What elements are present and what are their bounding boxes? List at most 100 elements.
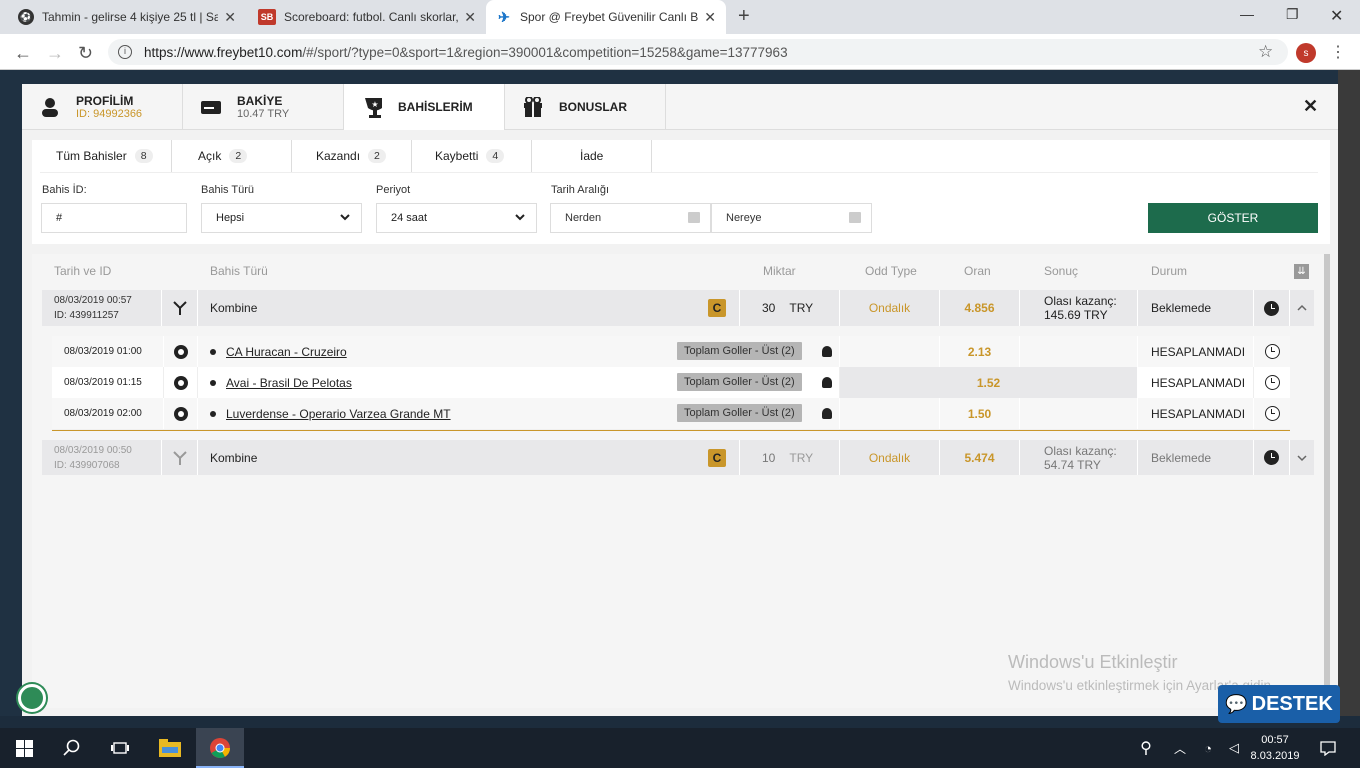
taskbar-clock[interactable]: 00:57 8.03.2019 xyxy=(1250,732,1300,764)
back-arrow-icon[interactable]: ← xyxy=(14,43,32,64)
scrollbar[interactable] xyxy=(1324,254,1330,708)
subtab-refund[interactable]: İade xyxy=(532,140,652,172)
subtab-lost[interactable]: Kaybetti 4 xyxy=(412,140,532,172)
bet-type-label: Bahis Türü xyxy=(201,184,254,196)
minimize-icon[interactable]: — xyxy=(1240,6,1254,22)
chat-bubble-icon: 💬 xyxy=(1225,693,1248,714)
profile-avatar[interactable]: s xyxy=(1296,43,1316,63)
match-link[interactable]: CA Huracan - Cruzeiro xyxy=(226,345,347,359)
browser-menu-icon[interactable]: ⋮ xyxy=(1330,42,1346,62)
event-row: 08/03/2019 01:15 Avai - Brasil De Pelota… xyxy=(52,367,1290,398)
bet-amount: 30 TRY xyxy=(740,290,840,326)
file-explorer-icon[interactable] xyxy=(158,736,182,760)
count-badge: 2 xyxy=(368,149,386,163)
bullet-icon xyxy=(210,379,216,386)
soccer-ball-icon xyxy=(164,398,198,429)
show-button[interactable]: GÖSTER xyxy=(1148,203,1318,233)
close-tab-icon[interactable]: ✕ xyxy=(464,9,476,26)
bookmark-star-icon[interactable]: ☆ xyxy=(1258,42,1273,62)
clock-outline-icon xyxy=(1254,398,1290,429)
action-center-icon[interactable] xyxy=(1316,736,1340,760)
result-label: Olası kazanç: xyxy=(1044,443,1117,458)
modal-tab-bar: PROFİLİM ID: 94992366 BAKİYE 10.47 TRY ★… xyxy=(22,84,1338,130)
collapse-all-icon[interactable]: ⇊ xyxy=(1294,264,1309,279)
bet-id-input[interactable]: # xyxy=(41,203,187,233)
tab-label: PROFİLİM xyxy=(76,94,134,108)
bet-type: Kombine xyxy=(198,290,740,326)
period-select[interactable]: 24 saat xyxy=(376,203,537,233)
notification-bell-icon[interactable] xyxy=(18,684,46,712)
chevron-down-icon xyxy=(514,211,526,226)
event-result-cell xyxy=(1020,336,1138,367)
result-value: 145.69 TRY xyxy=(1044,308,1108,322)
browser-tab-2[interactable]: SB Scoreboard: futbol. Canlı skorlar, ✕ xyxy=(248,0,486,34)
bet-type-select[interactable]: Hepsi xyxy=(201,203,362,233)
bet-amount: 10 TRY xyxy=(740,440,840,475)
tab-my-bets[interactable]: ★ BAHİSLERİM xyxy=(344,84,505,130)
bullet-icon xyxy=(210,348,216,355)
event-date: 08/03/2019 01:15 xyxy=(64,367,164,398)
market-chip: Toplam Goller - Üst (2) xyxy=(677,373,802,391)
wifi-icon[interactable]: ◔ xyxy=(1196,736,1220,760)
restore-icon[interactable]: ❐ xyxy=(1286,6,1299,23)
subtab-all[interactable]: Tüm Bahisler 8 xyxy=(40,140,172,172)
chevron-down-icon[interactable] xyxy=(1290,440,1314,475)
bet-date-id: 08/03/2019 00:57 ID: 439911257 xyxy=(42,290,162,326)
volume-icon[interactable]: ◁ xyxy=(1222,736,1246,760)
new-tab-plus-icon[interactable]: + xyxy=(738,5,750,28)
chevron-up-icon[interactable] xyxy=(1290,290,1314,326)
tab-title: Spor @ Freybet Güvenilir Canlı B xyxy=(520,10,699,24)
cashout-button[interactable]: C xyxy=(708,299,726,317)
user-icon xyxy=(40,97,60,117)
event-odds: 2.13 xyxy=(940,336,1020,367)
chevron-up-tray-icon[interactable]: ︿ xyxy=(1168,736,1192,760)
event-status: HESAPLANMADI xyxy=(1138,398,1254,429)
reload-icon[interactable]: ↻ xyxy=(78,43,93,64)
windows-start-icon[interactable] xyxy=(12,736,36,760)
calendar-icon xyxy=(849,212,861,223)
calendar-icon xyxy=(688,212,700,223)
subtab-label: Tüm Bahisler xyxy=(56,149,127,163)
tab-balance[interactable]: BAKİYE 10.47 TRY xyxy=(183,84,344,130)
pending-clock-icon xyxy=(1254,290,1290,326)
subtab-won[interactable]: Kazandı 2 xyxy=(292,140,412,172)
date-from-placeholder: Nerden xyxy=(565,212,602,224)
modal-close-icon[interactable]: ✕ xyxy=(1303,96,1318,117)
event-date: 08/03/2019 02:00 xyxy=(64,398,164,429)
clock-outline-icon xyxy=(1254,367,1290,398)
period-label: Periyot xyxy=(376,184,411,196)
tab-title: Scoreboard: futbol. Canlı skorlar, xyxy=(284,10,459,24)
date-to-input[interactable]: Nereye xyxy=(711,203,872,233)
subtab-open[interactable]: Açık 2 xyxy=(172,140,292,172)
browser-tab-3-active[interactable]: ✈ Spor @ Freybet Güvenilir Canlı B ✕ xyxy=(486,0,726,34)
combo-branch-icon xyxy=(162,440,198,475)
people-icon[interactable]: ⚲ xyxy=(1134,736,1158,760)
task-view-icon[interactable] xyxy=(108,736,132,760)
bet-row[interactable]: 08/03/2019 00:57 ID: 439911257 Kombine C… xyxy=(42,290,1314,326)
match-link[interactable]: Luverdense - Operario Varzea Grande MT xyxy=(226,407,451,421)
browser-tab-1[interactable]: ⚽ Tahmin - gelirse 4 kişiye 25 tl | Sa ✕ xyxy=(8,0,246,34)
bet-odds: 5.474 xyxy=(940,440,1020,475)
tab-profile[interactable]: PROFİLİM ID: 94992366 xyxy=(22,84,183,130)
window-close-icon[interactable]: ✕ xyxy=(1330,6,1343,26)
info-icon[interactable]: i xyxy=(118,45,132,59)
forward-arrow-icon[interactable]: → xyxy=(46,43,64,64)
tab-bonuses[interactable]: BONUSLAR xyxy=(505,84,666,130)
subtab-label: Açık xyxy=(198,149,222,163)
close-tab-icon[interactable]: ✕ xyxy=(704,9,716,26)
search-icon[interactable] xyxy=(60,736,84,760)
header-date-id: Tarih ve ID xyxy=(54,264,112,278)
cashout-button[interactable]: C xyxy=(708,449,726,467)
support-button[interactable]: 💬 DESTEK xyxy=(1218,685,1340,723)
date-from-input[interactable]: Nerden xyxy=(550,203,711,233)
url-input[interactable]: i https://www.freybet10.com/#/sport/?typ… xyxy=(108,39,1288,65)
subtab-label: Kaybetti xyxy=(435,149,479,163)
header-status: Durum xyxy=(1151,264,1188,278)
count-badge: 2 xyxy=(229,149,248,163)
bullet-icon xyxy=(210,410,216,417)
result-value: 54.74 TRY xyxy=(1044,457,1101,472)
count-badge: 4 xyxy=(486,149,505,163)
match-link[interactable]: Avai - Brasil De Pelotas xyxy=(226,376,352,390)
close-tab-icon[interactable]: ✕ xyxy=(224,9,236,26)
bet-row[interactable]: 08/03/2019 00:50 ID: 439907068 Kombine C… xyxy=(42,440,1314,475)
